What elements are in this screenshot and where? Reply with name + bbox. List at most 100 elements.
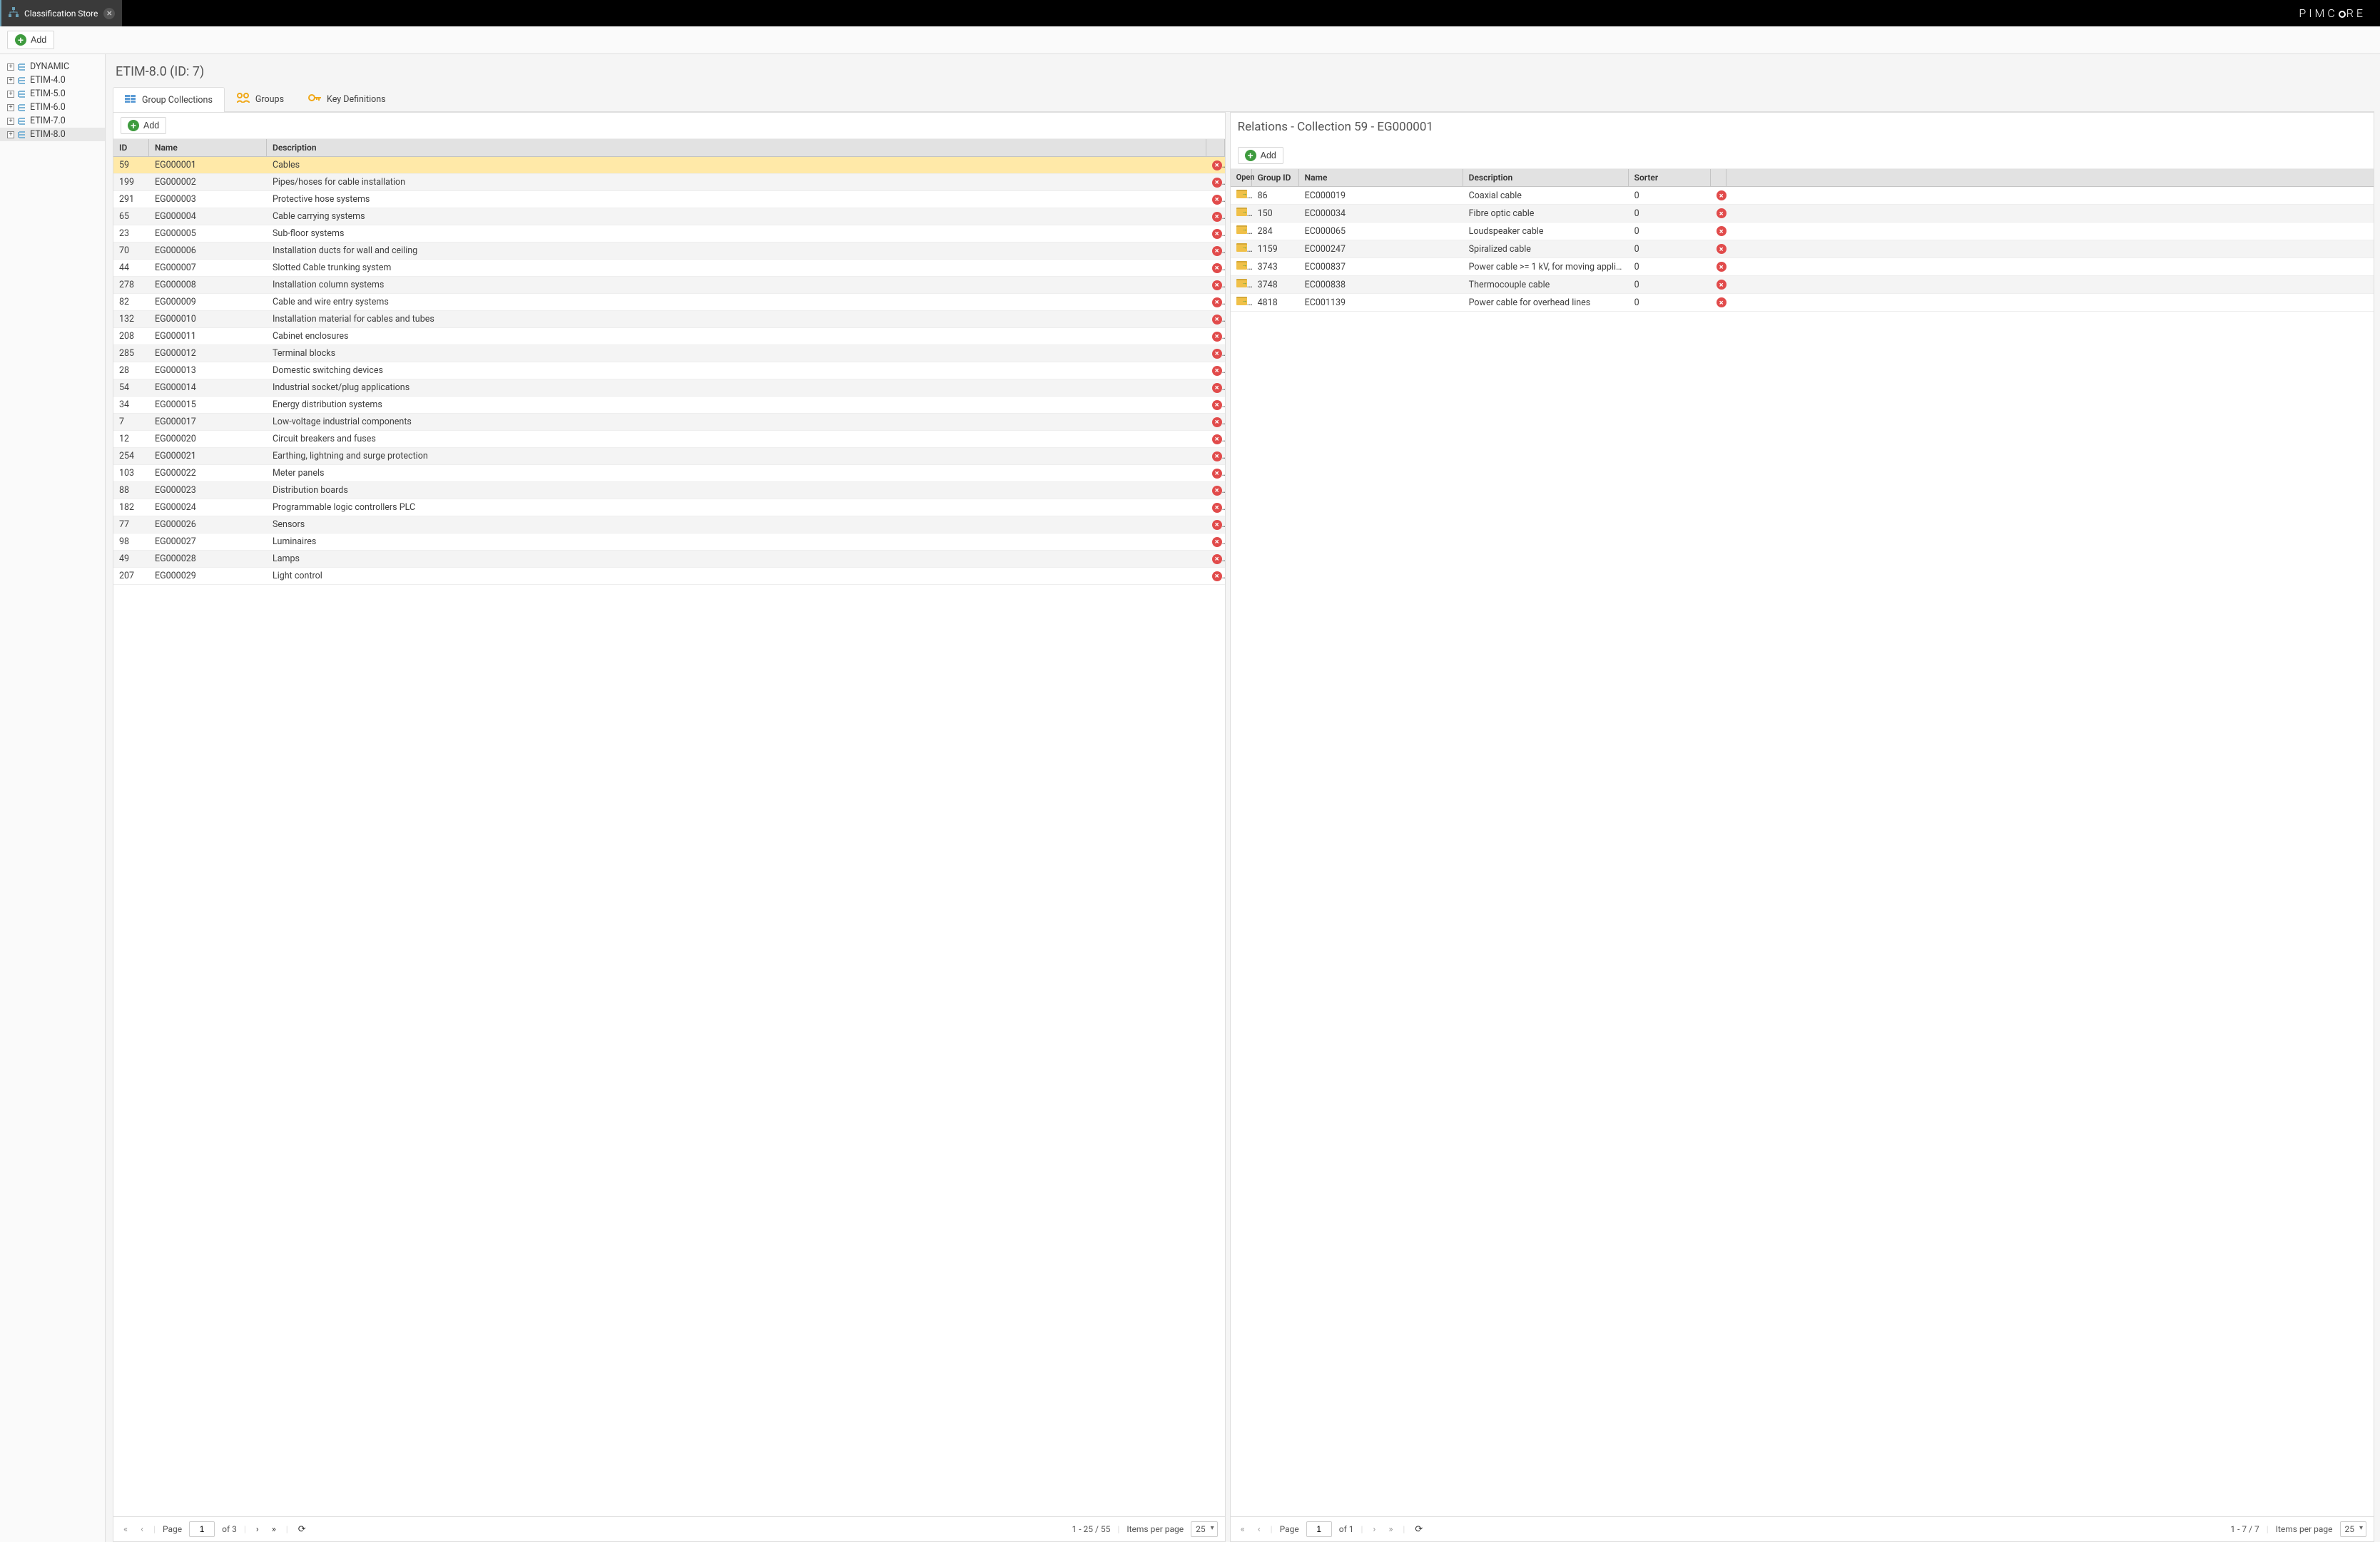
pager-prev-icon[interactable]: ‹: [138, 1523, 146, 1536]
table-row[interactable]: 12EG000020Circuit breakers and fuses×: [113, 431, 1225, 448]
table-row[interactable]: 23EG000005Sub-floor systems×: [113, 225, 1225, 242]
open-folder-icon[interactable]: [1236, 279, 1247, 287]
delete-icon[interactable]: ×: [1212, 332, 1222, 342]
delete-icon[interactable]: ×: [1212, 486, 1222, 496]
table-row[interactable]: 34EG000015Energy distribution systems×: [113, 397, 1225, 414]
expand-icon[interactable]: +: [7, 131, 14, 138]
delete-icon[interactable]: ×: [1717, 208, 1726, 218]
delete-icon[interactable]: ×: [1212, 178, 1222, 188]
tree-item[interactable]: +ETIM-8.0: [0, 128, 105, 141]
delete-icon[interactable]: ×: [1212, 366, 1222, 376]
pager-ipp-select[interactable]: 25: [1191, 1521, 1218, 1537]
delete-icon[interactable]: ×: [1212, 263, 1222, 273]
pager-next-icon[interactable]: ›: [253, 1523, 262, 1536]
pager-last-icon[interactable]: »: [1385, 1523, 1395, 1536]
table-row[interactable]: 59EG000001Cables×: [113, 157, 1225, 174]
table-row[interactable]: 291EG000003Protective hose systems×: [113, 191, 1225, 208]
expand-icon[interactable]: +: [7, 104, 14, 111]
delete-icon[interactable]: ×: [1212, 554, 1222, 564]
delete-icon[interactable]: ×: [1212, 315, 1222, 325]
table-row[interactable]: 7EG000017Low-voltage industrial componen…: [113, 414, 1225, 431]
table-row[interactable]: 98EG000027Luminaires×: [113, 533, 1225, 551]
delete-icon[interactable]: ×: [1717, 226, 1726, 236]
header-name[interactable]: Name: [1299, 169, 1463, 186]
delete-icon[interactable]: ×: [1212, 383, 1222, 393]
open-folder-icon[interactable]: [1236, 297, 1247, 305]
delete-icon[interactable]: ×: [1212, 280, 1222, 290]
table-row[interactable]: 284EC000065Loudspeaker cable0×: [1231, 223, 2374, 240]
pager-last-icon[interactable]: »: [269, 1523, 279, 1536]
delete-icon[interactable]: ×: [1717, 297, 1726, 307]
table-row[interactable]: 3743EC000837Power cable >= 1 kV, for mov…: [1231, 258, 2374, 276]
tab-key-definitions[interactable]: Key Definitions: [296, 86, 398, 111]
expand-icon[interactable]: +: [7, 118, 14, 125]
delete-icon[interactable]: ×: [1212, 229, 1222, 239]
open-folder-icon[interactable]: [1236, 243, 1247, 252]
table-row[interactable]: 82EG000009Cable and wire entry systems×: [113, 294, 1225, 311]
pager-prev-icon[interactable]: ‹: [1255, 1523, 1263, 1536]
header-description[interactable]: Description: [267, 139, 1206, 156]
table-row[interactable]: 77EG000026Sensors×: [113, 516, 1225, 533]
delete-icon[interactable]: ×: [1212, 297, 1222, 307]
tree-item[interactable]: +ETIM-6.0: [0, 101, 105, 114]
delete-icon[interactable]: ×: [1212, 469, 1222, 479]
table-row[interactable]: 88EG000023Distribution boards×: [113, 482, 1225, 499]
pager-first-icon[interactable]: «: [121, 1523, 131, 1536]
table-row[interactable]: 1159EC000247Spiralized cable0×: [1231, 240, 2374, 258]
expand-icon[interactable]: +: [7, 63, 14, 71]
table-row[interactable]: 208EG000011Cabinet enclosures×: [113, 328, 1225, 345]
delete-icon[interactable]: ×: [1212, 503, 1222, 513]
tree-item[interactable]: +DYNAMIC: [0, 60, 105, 73]
topbar-tab-classification-store[interactable]: Classification Store ×: [0, 0, 122, 26]
delete-icon[interactable]: ×: [1212, 160, 1222, 170]
tree-item[interactable]: +ETIM-5.0: [0, 87, 105, 101]
header-name[interactable]: Name: [149, 139, 267, 156]
open-folder-icon[interactable]: [1236, 208, 1247, 216]
delete-icon[interactable]: ×: [1717, 262, 1726, 272]
table-row[interactable]: 132EG000010Installation material for cab…: [113, 311, 1225, 328]
add-button[interactable]: + Add: [7, 31, 54, 49]
tree-item[interactable]: +ETIM-7.0: [0, 114, 105, 128]
table-row[interactable]: 207EG000029Light control×: [113, 568, 1225, 585]
delete-icon[interactable]: ×: [1212, 400, 1222, 410]
delete-icon[interactable]: ×: [1212, 434, 1222, 444]
open-folder-icon[interactable]: [1236, 225, 1247, 234]
pager-first-icon[interactable]: «: [1238, 1523, 1248, 1536]
delete-icon[interactable]: ×: [1212, 246, 1222, 256]
table-row[interactable]: 103EG000022Meter panels×: [113, 465, 1225, 482]
tree-item[interactable]: +ETIM-4.0: [0, 73, 105, 87]
open-folder-icon[interactable]: [1236, 190, 1247, 198]
delete-icon[interactable]: ×: [1717, 190, 1726, 200]
pager-page-input[interactable]: [1306, 1521, 1332, 1537]
close-icon[interactable]: ×: [103, 8, 115, 19]
table-row[interactable]: 28EG000013Domestic switching devices×: [113, 362, 1225, 379]
table-row[interactable]: 199EG000002Pipes/hoses for cable install…: [113, 174, 1225, 191]
header-open[interactable]: Open: [1231, 169, 1252, 186]
header-sorter[interactable]: Sorter: [1629, 169, 1711, 186]
pager-refresh-icon[interactable]: ⟳: [295, 1523, 309, 1536]
delete-icon[interactable]: ×: [1212, 195, 1222, 205]
pager-ipp-select[interactable]: 25: [2340, 1521, 2367, 1537]
table-row[interactable]: 285EG000012Terminal blocks×: [113, 345, 1225, 362]
table-row[interactable]: 49EG000028Lamps×: [113, 551, 1225, 568]
tab-group-collections[interactable]: Group Collections: [113, 87, 225, 112]
delete-icon[interactable]: ×: [1717, 280, 1726, 290]
table-row[interactable]: 86EC000019Coaxial cable0×: [1231, 187, 2374, 205]
table-row[interactable]: 65EG000004Cable carrying systems×: [113, 208, 1225, 225]
table-row[interactable]: 54EG000014Industrial socket/plug applica…: [113, 379, 1225, 397]
expand-icon[interactable]: +: [7, 77, 14, 84]
table-row[interactable]: 44EG000007Slotted Cable trunking system×: [113, 260, 1225, 277]
expand-icon[interactable]: +: [7, 91, 14, 98]
delete-icon[interactable]: ×: [1212, 520, 1222, 530]
delete-icon[interactable]: ×: [1212, 349, 1222, 359]
collections-add-button[interactable]: + Add: [121, 117, 166, 134]
table-row[interactable]: 150EC000034Fibre optic cable0×: [1231, 205, 2374, 223]
table-row[interactable]: 70EG000006Installation ducts for wall an…: [113, 242, 1225, 260]
delete-icon[interactable]: ×: [1212, 537, 1222, 547]
table-row[interactable]: 278EG000008Installation column systems×: [113, 277, 1225, 294]
table-row[interactable]: 182EG000024Programmable logic controller…: [113, 499, 1225, 516]
table-row[interactable]: 254EG000021Earthing, lightning and surge…: [113, 448, 1225, 465]
header-description[interactable]: Description: [1463, 169, 1629, 186]
pager-page-input[interactable]: [189, 1521, 215, 1537]
tab-groups[interactable]: Groups: [225, 86, 296, 111]
